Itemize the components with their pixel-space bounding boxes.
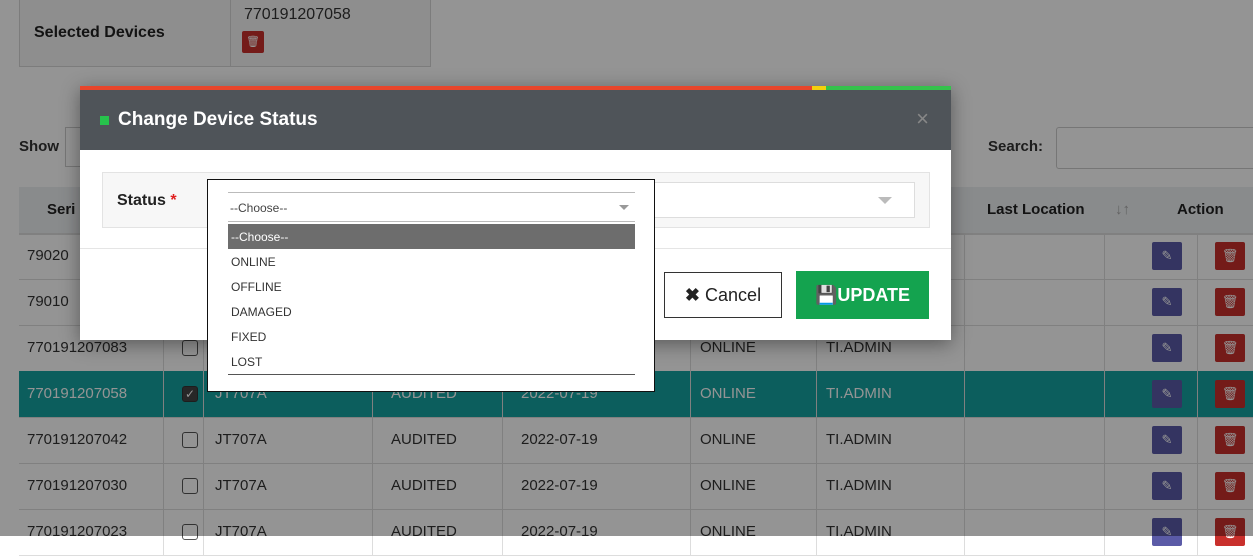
dropdown-option-label: DAMAGED bbox=[231, 305, 292, 319]
chevron-down-icon bbox=[619, 205, 629, 210]
close-icon[interactable]: × bbox=[916, 106, 929, 132]
floppy-icon: 💾 bbox=[814, 284, 838, 305]
cancel-label: Cancel bbox=[705, 284, 762, 305]
modal-title: Change Device Status bbox=[118, 109, 318, 130]
dropdown-current[interactable]: --Choose-- bbox=[228, 192, 635, 222]
cancel-button[interactable]: ✖ Cancel bbox=[664, 272, 782, 318]
dropdown-option[interactable]: ONLINE bbox=[228, 249, 635, 274]
header-square-icon bbox=[100, 116, 109, 125]
dropdown-option-label: OFFLINE bbox=[231, 280, 282, 294]
modal-header: Change Device Status × bbox=[80, 90, 951, 150]
dropdown-option[interactable]: DAMAGED bbox=[228, 299, 635, 324]
dropdown-option-label: ONLINE bbox=[231, 255, 276, 269]
dropdown-option-label: LOST bbox=[231, 355, 263, 369]
update-label: UPDATE bbox=[837, 284, 911, 305]
chevron-down-icon bbox=[878, 197, 892, 204]
dropdown-option-label: FIXED bbox=[231, 330, 267, 344]
dropdown-option[interactable]: OFFLINE bbox=[228, 274, 635, 299]
status-dropdown[interactable]: --Choose-- --Choose-- ONLINE OFFLINE DAMAGE… bbox=[207, 179, 655, 392]
status-label-text: Status bbox=[117, 192, 166, 209]
update-button[interactable]: 💾UPDATE bbox=[796, 271, 929, 319]
x-icon: ✖ bbox=[684, 284, 701, 305]
status-label: Status * bbox=[117, 192, 177, 210]
dropdown-option[interactable]: FIXED bbox=[228, 324, 635, 349]
required-mark: * bbox=[170, 192, 177, 209]
dropdown-option-label: --Choose-- bbox=[231, 230, 289, 244]
dropdown-option[interactable]: LOST bbox=[228, 349, 635, 374]
dropdown-current-value: --Choose-- bbox=[230, 201, 288, 215]
divider bbox=[228, 374, 635, 375]
dropdown-option[interactable]: --Choose-- bbox=[228, 224, 635, 249]
